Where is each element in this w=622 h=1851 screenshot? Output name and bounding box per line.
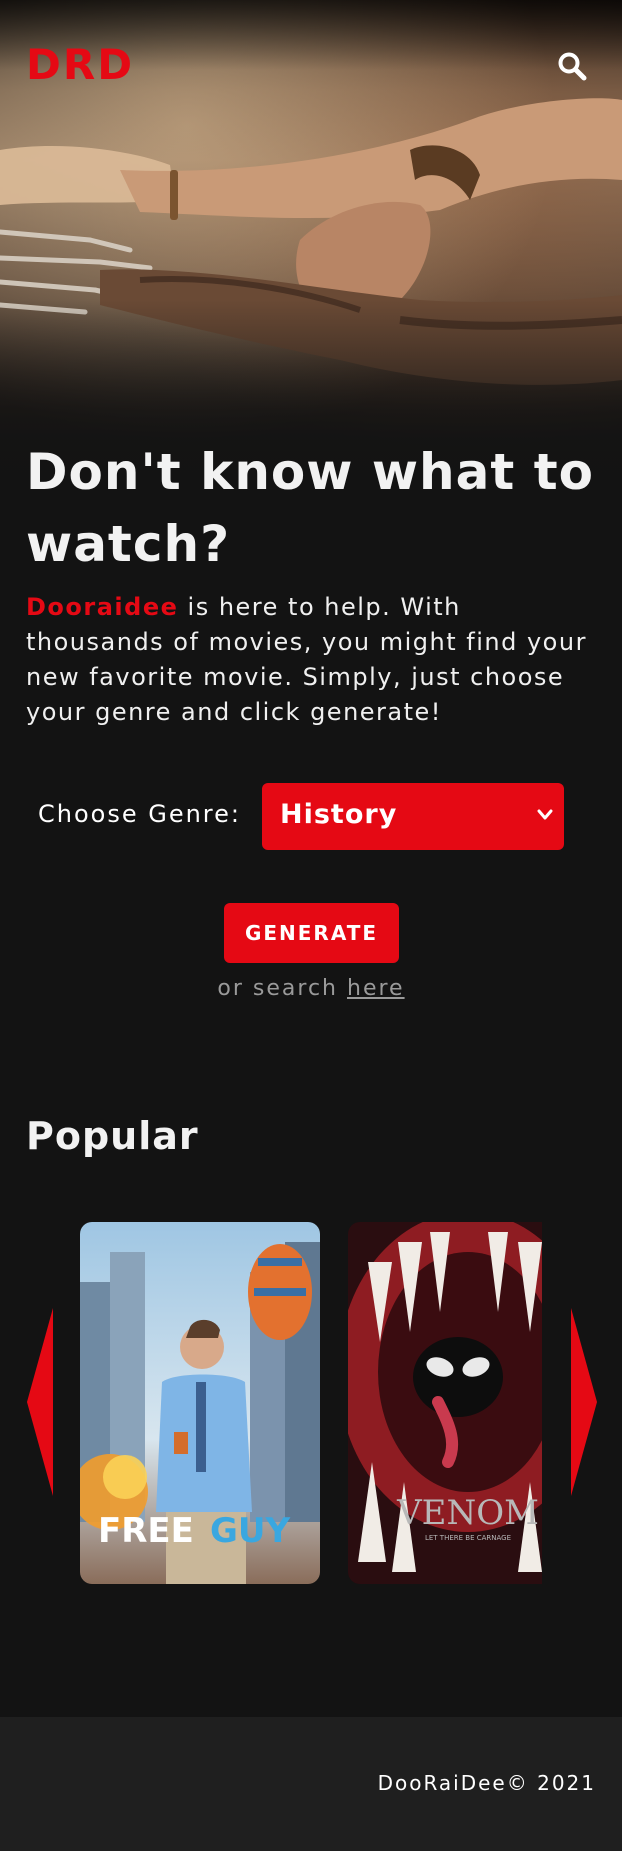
free-guy-title-free: FREE [98, 1511, 194, 1551]
copyright-text: DooRaiDee© 2021 [377, 1771, 596, 1795]
popular-heading: Popular [26, 1114, 199, 1158]
site-logo[interactable]: DRD [26, 40, 134, 89]
search-icon[interactable] [556, 50, 590, 84]
chevron-down-icon [536, 807, 554, 826]
brand-name: Dooraidee [26, 593, 179, 621]
movie-poster-venom[interactable]: VENOM LET THERE BE CARNAGE [348, 1222, 542, 1584]
hero-headline: Don't know what to watch? [26, 443, 594, 573]
venom-subtitle: LET THERE BE CARNAGE [425, 1534, 511, 1542]
generate-button[interactable]: GENERATE [224, 903, 399, 963]
genre-label: Choose Genre: [38, 800, 241, 828]
genre-selected-value: History [280, 799, 398, 830]
triangle-right-icon[interactable] [571, 1308, 597, 1500]
site-footer: DooRaiDee© 2021 [0, 1717, 622, 1851]
or-search-text: or search here [0, 976, 622, 1001]
search-here-link[interactable]: here [347, 976, 405, 1001]
movie-poster-free-guy[interactable]: FREE GUY [80, 1222, 320, 1584]
hero-intro: Dooraidee is here to help. With thousand… [26, 590, 606, 730]
popular-carousel: FREE GUY VENOM LET THERE BE CARNAGE [80, 1222, 542, 1584]
free-guy-title-guy: GUY [210, 1511, 291, 1551]
or-search-label: or search [217, 976, 347, 1001]
page: DRD Don't know what to watch? Dooraidee … [0, 0, 622, 1851]
venom-title: VENOM [396, 1493, 539, 1533]
triangle-left-icon[interactable] [27, 1308, 53, 1500]
genre-select[interactable]: History [262, 783, 564, 850]
